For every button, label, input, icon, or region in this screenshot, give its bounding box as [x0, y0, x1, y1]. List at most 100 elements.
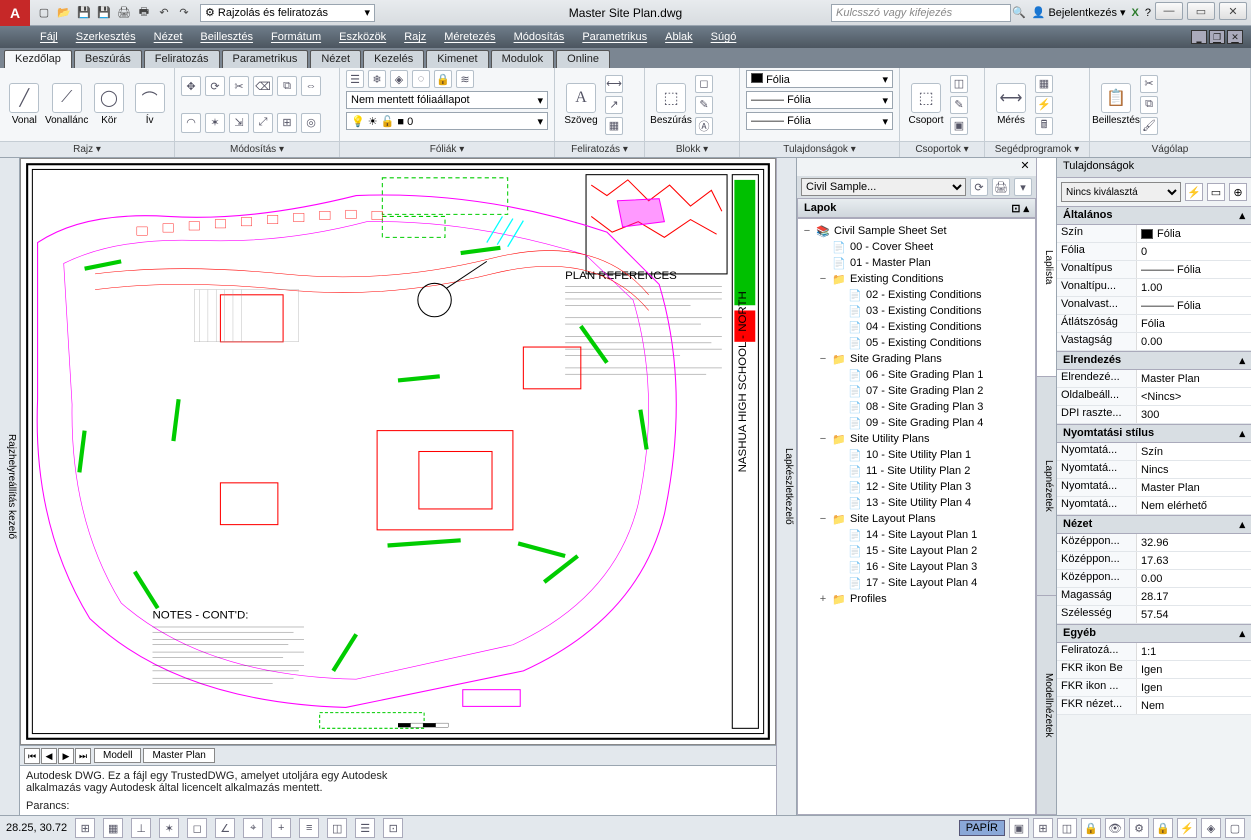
panel-properties-label[interactable]: Tulajdonságok ▾ [740, 141, 899, 157]
redo-icon[interactable]: ↷ [176, 5, 192, 21]
tree-item[interactable]: 📄15 - Site Layout Plan 2 [800, 543, 1033, 559]
sc-toggle[interactable]: ⊡ [383, 818, 403, 838]
panel-utilities-label[interactable]: Segédprogramok ▾ [985, 141, 1089, 157]
menu-fájl[interactable]: Fájl [40, 31, 58, 43]
quick-select-icon[interactable]: ⚡ [1185, 183, 1203, 201]
select-all-icon[interactable]: ▦ [1035, 75, 1053, 93]
tree-item[interactable]: 📄13 - Site Utility Plan 4 [800, 495, 1033, 511]
prop-group-header[interactable]: Nézet▴ [1057, 515, 1251, 534]
measure-tool[interactable]: ⟷Mérés [991, 83, 1031, 126]
ribbon-tab-kimenet[interactable]: Kimenet [426, 50, 488, 68]
ribbon-tab-parametrikus[interactable]: Parametrikus [222, 50, 309, 68]
tree-item[interactable]: 📄06 - Site Grading Plan 1 [800, 367, 1033, 383]
prop-row[interactable]: Fólia0 [1057, 243, 1251, 261]
tab-last-button[interactable]: ⏭ [75, 748, 91, 764]
menu-nézet[interactable]: Nézet [154, 31, 183, 43]
cut-icon[interactable]: ✂ [1140, 75, 1158, 93]
text-tool[interactable]: ASzöveg [561, 83, 601, 126]
prop-row[interactable]: Szélesség57.54 [1057, 606, 1251, 624]
prop-row[interactable]: Feliratozá...1:1 [1057, 643, 1251, 661]
prop-value[interactable]: 57.54 [1137, 606, 1251, 623]
prop-group-header[interactable]: Egyéb▴ [1057, 624, 1251, 643]
array-icon[interactable]: ⊞ [277, 113, 297, 133]
ribbon-tab-online[interactable]: Online [556, 50, 610, 68]
tab-prev-button[interactable]: ◀ [41, 748, 57, 764]
help-icon[interactable]: ? [1145, 7, 1151, 19]
fillet-icon[interactable]: ◠ [181, 113, 201, 133]
prop-row[interactable]: Középpon...0.00 [1057, 570, 1251, 588]
snap-toggle[interactable]: ⊞ [75, 818, 95, 838]
clean-screen-icon[interactable]: ▢ [1225, 818, 1245, 838]
tree-item[interactable]: 📄14 - Site Layout Plan 1 [800, 527, 1033, 543]
vtab-sheet-views[interactable]: Lapnézetek [1037, 377, 1056, 596]
group-bbox-icon[interactable]: ▣ [950, 117, 968, 135]
sheet-set-selector[interactable]: Civil Sample... [801, 178, 966, 196]
prop-row[interactable]: Vastagság0.00 [1057, 333, 1251, 351]
max-viewport-icon[interactable]: ▣ [1009, 818, 1029, 838]
move-icon[interactable]: ✥ [181, 76, 201, 96]
panel-modify-label[interactable]: Módosítás ▾ [175, 141, 339, 157]
mdi-minimize-button[interactable]: _ [1191, 30, 1207, 44]
layer-iso-icon[interactable]: ◈ [390, 70, 408, 88]
tree-item[interactable]: −📁Existing Conditions [800, 271, 1033, 287]
edit-block-icon[interactable]: ✎ [695, 96, 713, 114]
scale-icon[interactable]: ⤢ [253, 113, 273, 133]
prop-row[interactable]: Vonalvast...——— Fólia [1057, 297, 1251, 315]
prop-value[interactable]: ——— Fólia [1137, 297, 1251, 314]
mirror-icon[interactable]: ⇔ [301, 76, 321, 96]
rotate-icon[interactable]: ⟳ [205, 76, 225, 96]
prop-row[interactable]: DPI raszte...300 [1057, 406, 1251, 424]
prop-value[interactable]: <Nincs> [1137, 388, 1251, 405]
prop-row[interactable]: Magasság28.17 [1057, 588, 1251, 606]
tree-item[interactable]: 📄00 - Cover Sheet [800, 239, 1033, 255]
prop-row[interactable]: FKR ikon BeIgen [1057, 661, 1251, 679]
panel-annotation-label[interactable]: Feliratozás ▾ [555, 141, 644, 157]
vtab-sheet-list[interactable]: Laplista [1037, 158, 1056, 377]
offset-icon[interactable]: ◎ [301, 113, 321, 133]
prop-value[interactable]: 1.00 [1137, 279, 1251, 296]
prop-value[interactable]: 1:1 [1137, 643, 1251, 660]
prop-row[interactable]: Vonaltípu...1.00 [1057, 279, 1251, 297]
annotation-scale-icon[interactable]: 🔒 [1081, 818, 1101, 838]
sheet-panel-close-icon[interactable]: ✕ [1018, 160, 1032, 174]
prop-value[interactable]: 32.96 [1137, 534, 1251, 551]
prop-row[interactable]: FKR nézet...Nem [1057, 697, 1251, 715]
layer-off-icon[interactable]: ◌ [412, 70, 430, 88]
new-icon[interactable]: ▢ [36, 5, 52, 21]
hardware-accel-icon[interactable]: ⚡ [1177, 818, 1197, 838]
transparency-toggle[interactable]: ◫ [327, 818, 347, 838]
mdi-restore-button[interactable]: ❐ [1209, 30, 1225, 44]
publish-icon[interactable]: 🖨 [992, 178, 1010, 196]
quick-view-layouts-icon[interactable]: ⊞ [1033, 818, 1053, 838]
expand-icon[interactable]: − [818, 513, 828, 525]
select-objects-icon[interactable]: ▭ [1207, 183, 1225, 201]
menu-módosítás[interactable]: Módosítás [514, 31, 565, 43]
tree-item[interactable]: 📄04 - Existing Conditions [800, 319, 1033, 335]
quick-select-icon[interactable]: ⚡ [1035, 96, 1053, 114]
color-dropdown[interactable]: Fólia▾ [746, 70, 893, 88]
expand-icon[interactable]: + [818, 593, 828, 605]
paste-tool[interactable]: 📋Beillesztés [1096, 83, 1136, 126]
ribbon-tab-nézet[interactable]: Nézet [310, 50, 361, 68]
prop-row[interactable]: Középpon...17.63 [1057, 552, 1251, 570]
prop-group-header[interactable]: Nyomtatási stílus▴ [1057, 424, 1251, 443]
circle-tool[interactable]: ◯Kör [91, 83, 128, 126]
prop-value[interactable]: 28.17 [1137, 588, 1251, 605]
menu-ablak[interactable]: Ablak [665, 31, 693, 43]
menu-rajz[interactable]: Rajz [404, 31, 426, 43]
tree-item[interactable]: 📄12 - Site Utility Plan 3 [800, 479, 1033, 495]
tree-item[interactable]: 📄08 - Site Grading Plan 3 [800, 399, 1033, 415]
undo-icon[interactable]: ↶ [156, 5, 172, 21]
linetype-dropdown[interactable]: ——— Fólia▾ [746, 91, 893, 109]
prop-value[interactable]: 0 [1137, 243, 1251, 260]
toggle-pickadd-icon[interactable]: ⊕ [1229, 183, 1247, 201]
prop-row[interactable]: Oldalbeáll...<Nincs> [1057, 388, 1251, 406]
menu-méretezés[interactable]: Méretezés [444, 31, 495, 43]
ribbon-tab-beszúrás[interactable]: Beszúrás [74, 50, 142, 68]
annotation-visibility-icon[interactable]: 👁 [1105, 818, 1125, 838]
layer-match-icon[interactable]: ≋ [456, 70, 474, 88]
prop-value[interactable]: Nem [1137, 697, 1251, 714]
create-block-icon[interactable]: ◻ [695, 75, 713, 93]
copy-clip-icon[interactable]: ⧉ [1140, 96, 1158, 114]
tree-item[interactable]: 📄10 - Site Utility Plan 1 [800, 447, 1033, 463]
